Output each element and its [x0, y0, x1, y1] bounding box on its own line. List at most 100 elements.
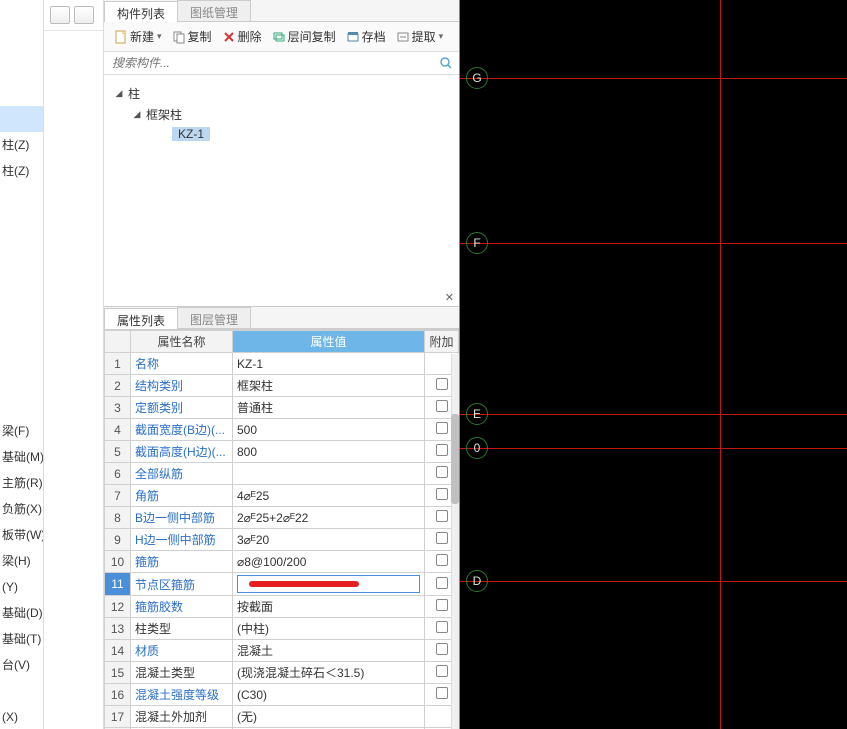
copy-button[interactable]: 复制 — [168, 26, 216, 47]
property-value[interactable]: (C30) — [233, 684, 425, 706]
checkbox[interactable] — [436, 643, 448, 655]
category-item[interactable] — [0, 184, 43, 210]
property-value[interactable]: ⌀8@100/200 — [233, 551, 425, 573]
checkbox[interactable] — [436, 554, 448, 566]
tree-node-child[interactable]: ◢ 框架柱 — [114, 104, 449, 125]
property-value[interactable]: 500 — [233, 419, 425, 441]
view-list-icon[interactable] — [50, 6, 70, 24]
category-item[interactable] — [0, 54, 43, 80]
category-item[interactable]: 柱(Z) — [0, 158, 43, 184]
checkbox[interactable] — [436, 400, 448, 412]
property-value[interactable] — [233, 463, 425, 485]
checkbox[interactable] — [436, 621, 448, 633]
tree-node-leaf[interactable]: KZ-1 — [114, 125, 449, 143]
property-value[interactable]: (中柱) — [233, 618, 425, 640]
search-input[interactable] — [104, 52, 459, 74]
archive-button[interactable]: 存档 — [342, 26, 390, 47]
table-row[interactable]: 5截面高度(H边)(...800 — [105, 441, 459, 463]
category-item[interactable] — [0, 314, 43, 340]
table-row[interactable]: 1名称KZ-1 — [105, 353, 459, 375]
checkbox[interactable] — [436, 665, 448, 677]
checkbox[interactable] — [436, 599, 448, 611]
checkbox[interactable] — [436, 422, 448, 434]
view-grid-icon[interactable] — [74, 6, 94, 24]
table-row[interactable]: 13柱类型(中柱) — [105, 618, 459, 640]
checkbox[interactable] — [436, 466, 448, 478]
extract-button[interactable]: 提取▾ — [392, 26, 448, 47]
tab-drawing-manage[interactable]: 图纸管理 — [177, 0, 251, 21]
category-item[interactable]: (X) — [0, 704, 43, 729]
scrollbar-thumb[interactable] — [451, 414, 459, 504]
cad-viewport[interactable]: GFE0D — [460, 0, 847, 729]
category-item[interactable]: 板带(W) — [0, 522, 43, 548]
property-value[interactable]: 混凝土 — [233, 640, 425, 662]
category-item[interactable] — [0, 288, 43, 314]
category-item[interactable]: 负筋(X) — [0, 496, 43, 522]
collapse-icon[interactable]: ◢ — [132, 109, 142, 120]
component-tree[interactable]: ◢ 柱 ◢ 框架柱 KZ-1 — [104, 75, 459, 151]
category-item[interactable]: 柱(Z) — [0, 132, 43, 158]
checkbox[interactable] — [436, 378, 448, 390]
table-row[interactable]: 2结构类别框架柱 — [105, 375, 459, 397]
property-value[interactable] — [233, 573, 425, 596]
category-item[interactable]: (Y) — [0, 574, 43, 600]
scrollbar-track[interactable] — [451, 354, 459, 729]
checkbox[interactable] — [436, 532, 448, 544]
tree-node-root[interactable]: ◢ 柱 — [114, 83, 449, 104]
table-row[interactable]: 17混凝土外加剂(无) — [105, 706, 459, 728]
property-value[interactable]: 800 — [233, 441, 425, 463]
category-item[interactable] — [0, 210, 43, 236]
close-icon[interactable]: ✕ — [442, 291, 457, 304]
category-item[interactable] — [0, 106, 43, 132]
category-item[interactable] — [0, 28, 43, 54]
tab-component-list[interactable]: 构件列表 — [104, 1, 178, 22]
tab-layer-manage[interactable]: 图层管理 — [177, 307, 251, 328]
collapse-icon[interactable]: ◢ — [114, 88, 124, 99]
table-row[interactable]: 3定额类别普通柱 — [105, 397, 459, 419]
category-item[interactable]: 梁(H) — [0, 548, 43, 574]
property-value[interactable]: 3⌀ᴱ20 — [233, 529, 425, 551]
table-row[interactable]: 14材质混凝土 — [105, 640, 459, 662]
category-item[interactable] — [0, 262, 43, 288]
checkbox[interactable] — [436, 444, 448, 456]
property-value[interactable]: 普通柱 — [233, 397, 425, 419]
attribute-grid[interactable]: 属性名称 属性值 附加 1名称KZ-12结构类别框架柱3定额类别普通柱4截面宽度… — [104, 330, 459, 729]
layer-copy-button[interactable]: 层间复制 — [268, 26, 340, 47]
table-row[interactable]: 15混凝土类型(现浇混凝土碎石＜31.5) — [105, 662, 459, 684]
property-value[interactable]: 按截面 — [233, 596, 425, 618]
category-item[interactable] — [0, 366, 43, 392]
table-row[interactable]: 4截面宽度(B边)(...500 — [105, 419, 459, 441]
category-item[interactable]: 基础(D) — [0, 600, 43, 626]
category-item[interactable] — [0, 236, 43, 262]
category-item[interactable]: 主筋(R) — [0, 470, 43, 496]
category-item[interactable]: 台(V) — [0, 652, 43, 678]
table-row[interactable]: 9H边一侧中部筋3⌀ᴱ20 — [105, 529, 459, 551]
category-item[interactable] — [0, 80, 43, 106]
property-value[interactable]: (现浇混凝土碎石＜31.5) — [233, 662, 425, 684]
category-item[interactable]: 基础(M) — [0, 444, 43, 470]
table-row[interactable]: 7角筋4⌀ᴱ25 — [105, 485, 459, 507]
table-row[interactable]: 16混凝土强度等级(C30) — [105, 684, 459, 706]
property-value[interactable]: KZ-1 — [233, 353, 425, 375]
property-value[interactable]: 2⌀ᴱ25+2⌀ᴱ22 — [233, 507, 425, 529]
new-button[interactable]: 新建▾ — [110, 26, 166, 47]
category-item[interactable] — [0, 392, 43, 418]
table-row[interactable]: 11节点区箍筋 — [105, 573, 459, 596]
table-row[interactable]: 6全部纵筋 — [105, 463, 459, 485]
category-item[interactable] — [0, 340, 43, 366]
checkbox[interactable] — [436, 488, 448, 500]
category-item[interactable]: 基础(T) — [0, 626, 43, 652]
search-icon[interactable] — [439, 56, 453, 73]
category-item[interactable] — [0, 678, 43, 704]
checkbox[interactable] — [436, 577, 448, 589]
table-row[interactable]: 10箍筋⌀8@100/200 — [105, 551, 459, 573]
delete-button[interactable]: 删除 — [218, 26, 266, 47]
checkbox[interactable] — [436, 510, 448, 522]
table-row[interactable]: 8B边一侧中部筋2⌀ᴱ25+2⌀ᴱ22 — [105, 507, 459, 529]
category-item[interactable]: 梁(F) — [0, 418, 43, 444]
property-value[interactable]: 4⌀ᴱ25 — [233, 485, 425, 507]
property-value[interactable]: (无) — [233, 706, 425, 728]
checkbox[interactable] — [436, 687, 448, 699]
table-row[interactable]: 12箍筋胶数按截面 — [105, 596, 459, 618]
property-value[interactable]: 框架柱 — [233, 375, 425, 397]
